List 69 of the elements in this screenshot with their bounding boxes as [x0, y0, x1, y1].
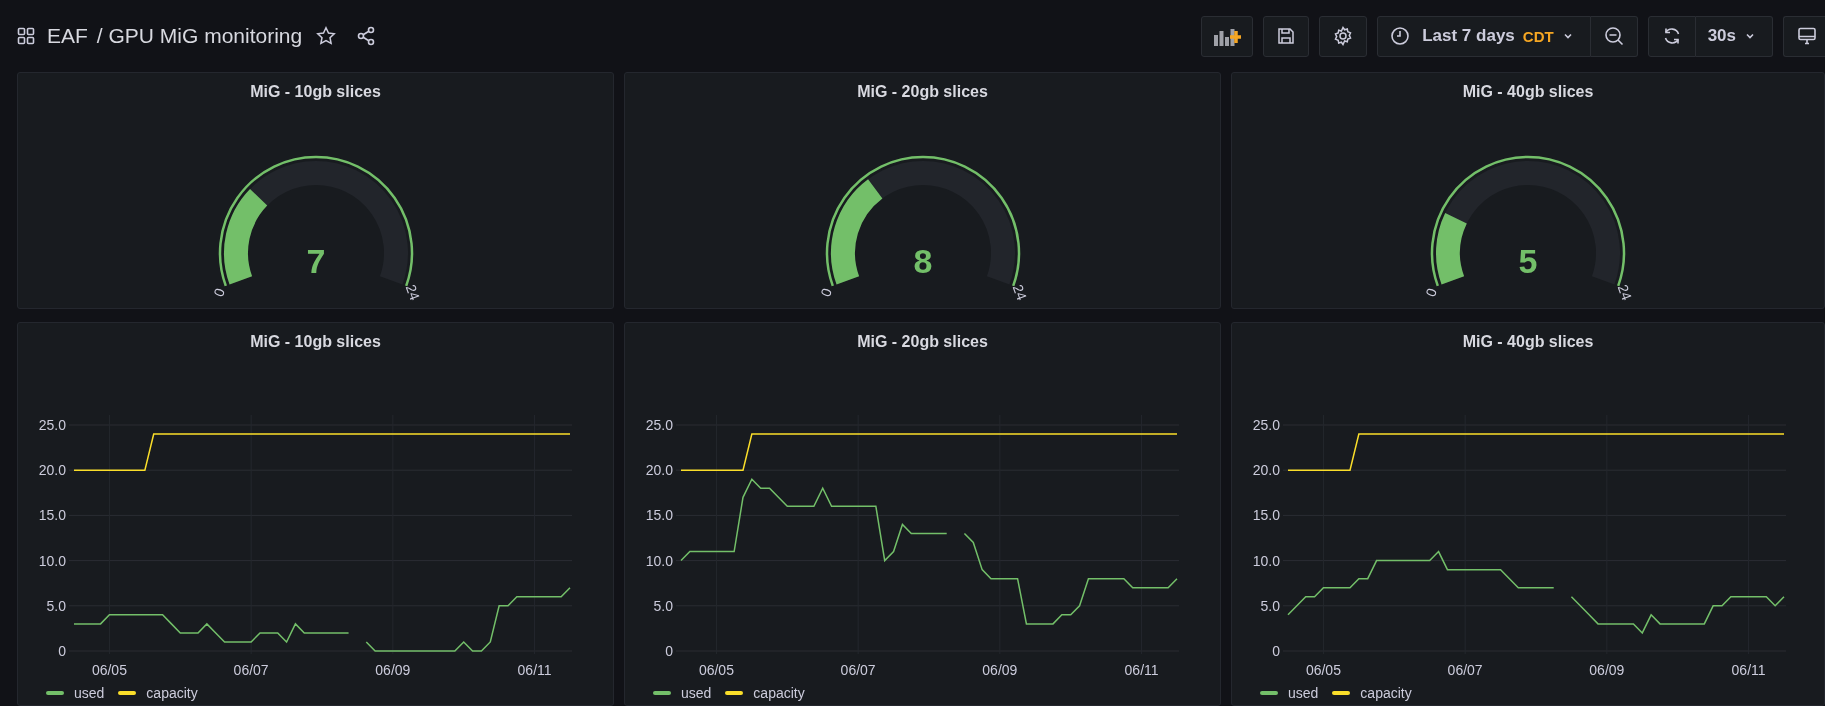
y-axis-label: 5.0: [1260, 597, 1280, 614]
y-axis-label: 25.0: [645, 417, 673, 433]
refresh-interval-picker[interactable]: 30s: [1695, 15, 1773, 57]
gauge-max-label: 24: [402, 282, 423, 303]
settings-button[interactable]: [1319, 15, 1368, 57]
time-picker-button[interactable]: Last 7 days CDT: [1377, 15, 1591, 57]
panel-title: MiG - 10gb slices: [249, 332, 382, 352]
save-button[interactable]: [1263, 15, 1310, 57]
gauge-value: 5: [1518, 242, 1538, 280]
x-axis-label: 06/09: [375, 662, 411, 678]
gauge-max-label: 24: [1614, 282, 1636, 303]
legend-label[interactable]: used: [1288, 685, 1319, 701]
panel-title: MiG - 40gb slices: [1461, 332, 1595, 352]
gauge-max-label: 24: [1009, 282, 1030, 303]
y-axis-label: 5.0: [653, 597, 673, 614]
y-axis-label: 15.0: [645, 507, 673, 524]
x-axis-label: 06/07: [1447, 662, 1483, 678]
add-panel-button[interactable]: [1201, 15, 1254, 57]
monitor-icon: [1797, 26, 1817, 46]
x-axis-label: 06/11: [517, 662, 552, 678]
y-axis-label: 20.0: [38, 462, 66, 479]
x-axis-label: 06/09: [1589, 662, 1625, 678]
panel-title: MiG - 20gb slices: [856, 82, 989, 102]
y-axis-label: 0: [1272, 643, 1280, 659]
y-axis-label: 10.0: [38, 552, 66, 569]
gauge-value: 7: [306, 242, 325, 280]
zoom-out-button[interactable]: [1590, 15, 1638, 57]
y-axis-label: 25.0: [38, 417, 66, 433]
gauge-min-label: 0: [1422, 285, 1440, 299]
x-axis-label: 06/05: [1305, 662, 1341, 678]
panel-title: MiG - 40gb slices: [1461, 82, 1595, 102]
share-icon[interactable]: [356, 26, 377, 46]
x-axis-label: 06/09: [982, 662, 1018, 678]
y-axis-label: 20.0: [1252, 462, 1280, 479]
dashboard-grid-icon[interactable]: [17, 27, 35, 45]
y-axis-label: 10.0: [645, 552, 673, 569]
y-axis-label: 25.0: [1252, 417, 1280, 433]
legend-label[interactable]: capacity: [1360, 685, 1412, 701]
y-axis-label: 15.0: [38, 507, 66, 524]
legend-label[interactable]: used: [74, 685, 105, 701]
x-axis-label: 06/07: [840, 662, 876, 678]
legend-label[interactable]: capacity: [146, 685, 198, 701]
x-axis-label: 06/05: [698, 662, 734, 678]
y-axis-label: 5.0: [46, 597, 66, 614]
y-axis-label: 10.0: [1252, 552, 1280, 569]
dashboard-title: / GPU MiG monitoring: [96, 24, 303, 48]
legend-label[interactable]: capacity: [753, 685, 805, 701]
folder-link[interactable]: EAF: [47, 24, 88, 48]
x-axis-label: 06/05: [91, 662, 127, 678]
gauge-min-label: 0: [209, 285, 228, 299]
y-axis-label: 0: [665, 643, 673, 659]
zoom-out-icon: [1603, 26, 1624, 46]
gauge-min-label: 0: [816, 285, 835, 299]
x-axis-label: 06/11: [1731, 662, 1766, 678]
clock-icon: [1390, 26, 1411, 46]
gauge-value: 8: [913, 242, 932, 280]
star-icon[interactable]: [316, 26, 337, 46]
panel-title: MiG - 10gb slices: [249, 82, 382, 102]
panel-title: MiG - 20gb slices: [856, 332, 989, 352]
y-axis-label: 0: [58, 643, 66, 659]
legend-label[interactable]: used: [681, 685, 712, 701]
view-mode-button[interactable]: [1783, 15, 1825, 57]
save-icon: [1277, 27, 1296, 45]
y-axis-label: 20.0: [645, 462, 673, 479]
settings-icon: [1333, 26, 1354, 46]
x-axis-label: 06/11: [1124, 662, 1159, 678]
y-axis-label: 15.0: [1252, 507, 1280, 524]
refresh-button[interactable]: [1647, 15, 1696, 57]
x-axis-label: 06/07: [233, 662, 269, 678]
